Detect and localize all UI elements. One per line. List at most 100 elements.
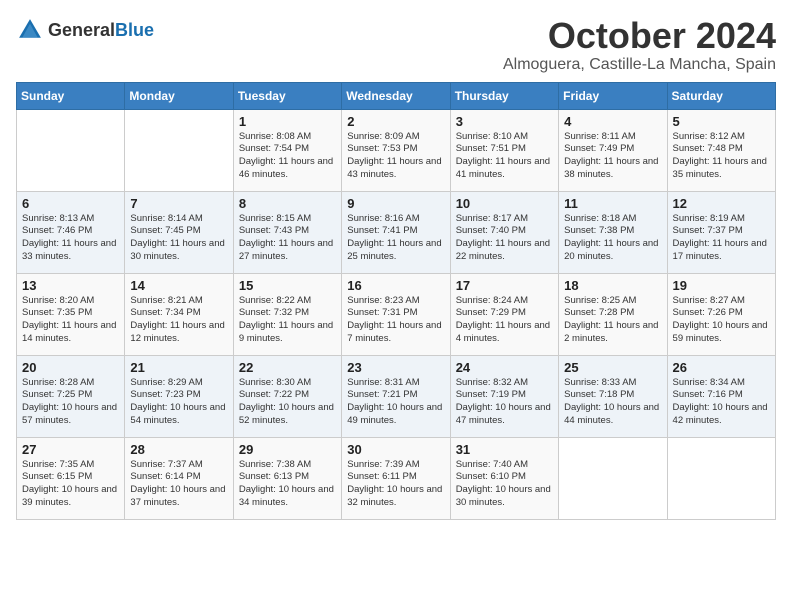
cell-info: Sunrise: 8:30 AM Sunset: 7:22 PM Dayligh… [239,377,336,428]
day-number: 5 [673,114,770,129]
calendar-cell: 5Sunrise: 8:12 AM Sunset: 7:48 PM Daylig… [667,109,775,191]
calendar-cell: 2 Sunrise: 8:09 AM Sunset: 7:53 PM Daylig… [342,109,450,191]
day-number: 18 [564,278,661,293]
cell-info: Sunrise: 8:31 AM Sunset: 7:21 PM Dayligh… [347,377,444,428]
day-number: 20 [22,360,119,375]
calendar-week-2: 6 Sunrise: 8:13 AM Sunset: 7:46 PM Daylig… [17,191,776,273]
calendar-cell: 24Sunrise: 8:32 AM Sunset: 7:19 PM Dayli… [450,355,558,437]
cell-info: Sunrise: 8:09 AM Sunset: 7:53 PM Dayligh… [347,131,444,182]
day-number: 19 [673,278,770,293]
page-header: GeneralBlue October 2024 Almoguera, Cast… [16,16,776,74]
day-number: 26 [673,360,770,375]
weekday-header-monday: Monday [125,82,233,109]
day-number: 6 [22,196,119,211]
day-number: 27 [22,442,119,457]
cell-info: Sunrise: 8:11 AM Sunset: 7:49 PM Dayligh… [564,131,661,182]
calendar-cell: 29 Sunrise: 7:38 AM Sunset: 6:13 PM Dayli… [233,437,341,519]
calendar-cell: 30 Sunrise: 7:39 AM Sunset: 6:11 PM Dayli… [342,437,450,519]
day-number: 25 [564,360,661,375]
day-number: 30 [347,442,444,457]
cell-info: Sunrise: 7:40 AM Sunset: 6:10 PM Dayligh… [456,459,553,510]
calendar-cell: 18 Sunrise: 8:25 AM Sunset: 7:28 PM Dayli… [559,273,667,355]
calendar-week-1: 1 Sunrise: 8:08 AM Sunset: 7:54 PM Daylig… [17,109,776,191]
cell-info: Sunrise: 8:21 AM Sunset: 7:34 PM Dayligh… [130,295,227,346]
cell-info: Sunrise: 8:34 AM Sunset: 7:16 PM Dayligh… [673,377,770,428]
calendar-cell [559,437,667,519]
calendar-cell: 17Sunrise: 8:24 AM Sunset: 7:29 PM Dayli… [450,273,558,355]
cell-info: Sunrise: 8:15 AM Sunset: 7:43 PM Dayligh… [239,213,336,264]
calendar-cell: 13 Sunrise: 8:20 AM Sunset: 7:35 PM Dayli… [17,273,125,355]
day-number: 23 [347,360,444,375]
day-number: 14 [130,278,227,293]
day-number: 1 [239,114,336,129]
month-title: October 2024 [503,16,776,56]
cell-info: Sunrise: 8:10 AM Sunset: 7:51 PM Dayligh… [456,131,553,182]
calendar-cell [17,109,125,191]
logo: GeneralBlue [16,16,154,44]
cell-info: Sunrise: 8:08 AM Sunset: 7:54 PM Dayligh… [239,131,336,182]
cell-info: Sunrise: 7:37 AM Sunset: 6:14 PM Dayligh… [130,459,227,510]
day-number: 31 [456,442,553,457]
day-number: 12 [673,196,770,211]
calendar-cell: 4 Sunrise: 8:11 AM Sunset: 7:49 PM Daylig… [559,109,667,191]
day-number: 28 [130,442,227,457]
weekday-header-wednesday: Wednesday [342,82,450,109]
day-number: 17 [456,278,553,293]
day-number: 24 [456,360,553,375]
calendar-cell: 11Sunrise: 8:18 AM Sunset: 7:38 PM Dayli… [559,191,667,273]
calendar-cell: 26 Sunrise: 8:34 AM Sunset: 7:16 PM Dayli… [667,355,775,437]
day-number: 16 [347,278,444,293]
day-number: 7 [130,196,227,211]
cell-info: Sunrise: 8:22 AM Sunset: 7:32 PM Dayligh… [239,295,336,346]
cell-info: Sunrise: 8:17 AM Sunset: 7:40 PM Dayligh… [456,213,553,264]
calendar-header: SundayMondayTuesdayWednesdayThursdayFrid… [17,82,776,109]
logo-general: General [48,20,115,40]
calendar-cell: 8 Sunrise: 8:15 AM Sunset: 7:43 PM Daylig… [233,191,341,273]
calendar-cell: 1 Sunrise: 8:08 AM Sunset: 7:54 PM Daylig… [233,109,341,191]
day-number: 4 [564,114,661,129]
calendar-cell: 7 Sunrise: 8:14 AM Sunset: 7:45 PM Daylig… [125,191,233,273]
day-number: 2 [347,114,444,129]
day-number: 15 [239,278,336,293]
calendar-cell: 10 Sunrise: 8:17 AM Sunset: 7:40 PM Dayli… [450,191,558,273]
day-number: 10 [456,196,553,211]
weekday-header-saturday: Saturday [667,82,775,109]
weekday-header-tuesday: Tuesday [233,82,341,109]
calendar-cell: 21Sunrise: 8:29 AM Sunset: 7:23 PM Dayli… [125,355,233,437]
cell-info: Sunrise: 8:13 AM Sunset: 7:46 PM Dayligh… [22,213,119,264]
calendar-cell: 27 Sunrise: 7:35 AM Sunset: 6:15 PM Dayli… [17,437,125,519]
day-number: 8 [239,196,336,211]
calendar-cell: 14 Sunrise: 8:21 AM Sunset: 7:34 PM Dayli… [125,273,233,355]
calendar-cell: 19Sunrise: 8:27 AM Sunset: 7:26 PM Dayli… [667,273,775,355]
cell-info: Sunrise: 7:38 AM Sunset: 6:13 PM Dayligh… [239,459,336,510]
calendar-cell: 12 Sunrise: 8:19 AM Sunset: 7:37 PM Dayli… [667,191,775,273]
calendar-cell [667,437,775,519]
weekday-header-sunday: Sunday [17,82,125,109]
day-number: 21 [130,360,227,375]
day-number: 29 [239,442,336,457]
cell-info: Sunrise: 7:35 AM Sunset: 6:15 PM Dayligh… [22,459,119,510]
cell-info: Sunrise: 7:39 AM Sunset: 6:11 PM Dayligh… [347,459,444,510]
calendar-cell: 9Sunrise: 8:16 AM Sunset: 7:41 PM Daylig… [342,191,450,273]
cell-info: Sunrise: 8:16 AM Sunset: 7:41 PM Dayligh… [347,213,444,264]
cell-info: Sunrise: 8:23 AM Sunset: 7:31 PM Dayligh… [347,295,444,346]
logo-blue: Blue [115,20,154,40]
cell-info: Sunrise: 8:14 AM Sunset: 7:45 PM Dayligh… [130,213,227,264]
calendar-cell: 31 Sunrise: 7:40 AM Sunset: 6:10 PM Dayli… [450,437,558,519]
day-number: 13 [22,278,119,293]
day-number: 22 [239,360,336,375]
location-title: Almoguera, Castille-La Mancha, Spain [503,56,776,74]
day-number: 11 [564,196,661,211]
calendar-cell [125,109,233,191]
cell-info: Sunrise: 8:20 AM Sunset: 7:35 PM Dayligh… [22,295,119,346]
calendar-cell: 22 Sunrise: 8:30 AM Sunset: 7:22 PM Dayli… [233,355,341,437]
cell-info: Sunrise: 8:25 AM Sunset: 7:28 PM Dayligh… [564,295,661,346]
cell-info: Sunrise: 8:19 AM Sunset: 7:37 PM Dayligh… [673,213,770,264]
calendar-cell: 3 Sunrise: 8:10 AM Sunset: 7:51 PM Daylig… [450,109,558,191]
calendar-table: SundayMondayTuesdayWednesdayThursdayFrid… [16,82,776,520]
day-number: 3 [456,114,553,129]
calendar-cell: 16 Sunrise: 8:23 AM Sunset: 7:31 PM Dayli… [342,273,450,355]
weekday-header-friday: Friday [559,82,667,109]
calendar-cell: 28 Sunrise: 7:37 AM Sunset: 6:14 PM Dayli… [125,437,233,519]
title-block: October 2024 Almoguera, Castille-La Manc… [503,16,776,74]
